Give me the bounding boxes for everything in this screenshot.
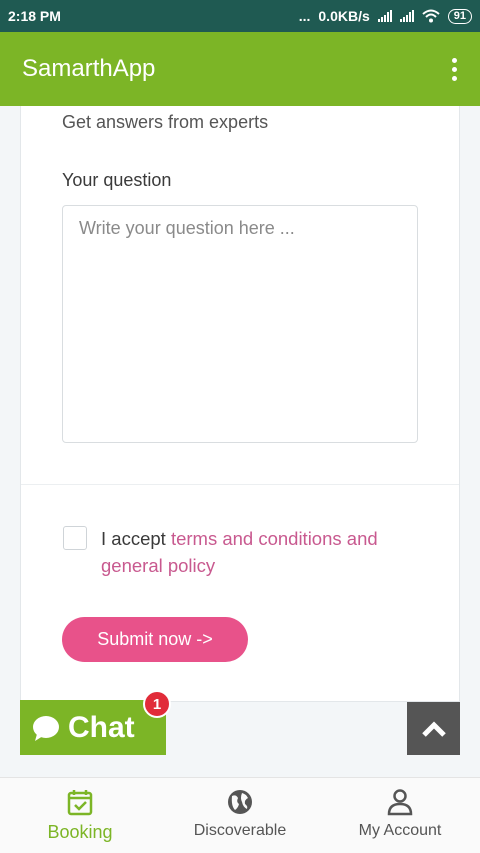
status-indicators: ... 0.0KB/s 91 — [299, 8, 472, 24]
nav-label-booking: Booking — [47, 822, 113, 842]
app-bar: SamarthApp — [0, 32, 480, 106]
nav-label-my-account: My Account — [358, 822, 442, 839]
battery-icon: 91 — [447, 8, 472, 24]
divider — [21, 484, 459, 485]
chevron-up-icon — [421, 720, 446, 737]
nav-item-my-account[interactable]: My Account — [320, 778, 480, 853]
submit-button[interactable]: Submit now -> — [62, 617, 248, 662]
chat-label: Chat — [68, 710, 135, 744]
calendar-check-icon — [67, 790, 93, 816]
question-form-card: Get answers from experts Your question I… — [20, 106, 460, 702]
chat-bubble-icon — [33, 715, 59, 741]
scroll-to-top-button[interactable] — [407, 702, 460, 755]
status-dots: ... — [298, 8, 311, 24]
bottom-navigation: Booking Discoverable My Account — [0, 777, 480, 853]
form-subtitle: Get answers from experts — [62, 112, 269, 132]
network-speed: 0.0KB/s — [318, 8, 370, 24]
accept-terms-text: I accept terms and conditions and genera… — [101, 525, 401, 579]
app-title: SamarthApp — [22, 55, 156, 82]
signal-icon-2 — [399, 10, 414, 22]
status-bar: 2:18 PM ... 0.0KB/s 91 — [0, 0, 480, 32]
nav-item-booking[interactable]: Booking — [0, 778, 160, 853]
question-label: Your question — [62, 170, 172, 190]
wifi-icon — [422, 9, 440, 23]
person-icon — [387, 789, 413, 816]
nav-item-discoverable[interactable]: Discoverable — [160, 778, 320, 853]
chat-badge: 1 — [143, 690, 171, 718]
nav-label-discoverable: Discoverable — [193, 822, 287, 839]
status-time: 2:18 PM — [8, 8, 61, 24]
accept-prefix: I accept — [101, 528, 171, 549]
question-input[interactable] — [62, 205, 418, 443]
globe-icon — [228, 790, 252, 814]
accept-terms-checkbox[interactable] — [63, 526, 87, 550]
more-vert-icon[interactable] — [450, 57, 458, 81]
signal-icon — [377, 10, 392, 22]
